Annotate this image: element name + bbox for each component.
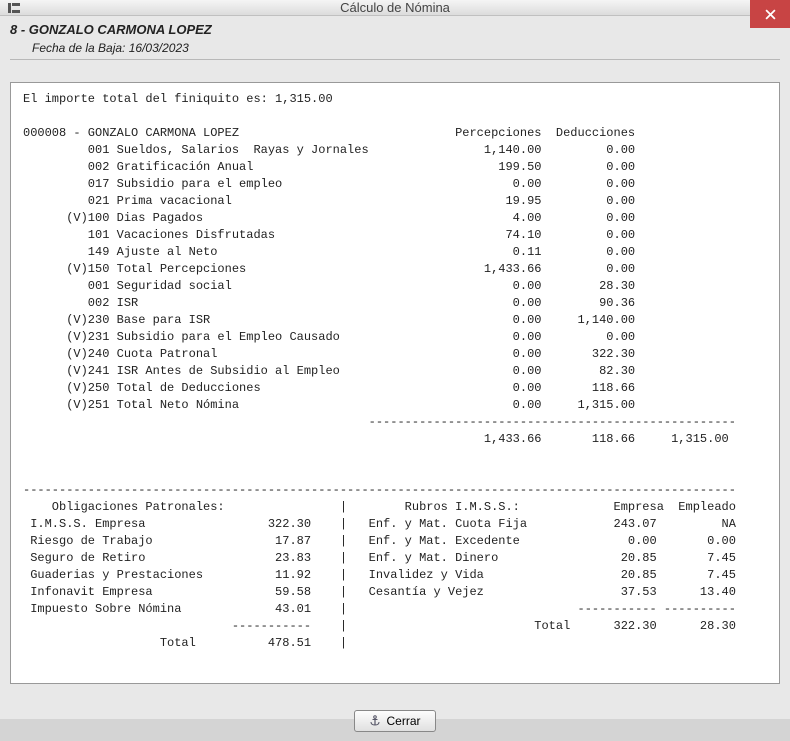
app-icon [6,0,22,16]
employee-header: 8 - GONZALO CARMONA LOPEZ Fecha de la Ba… [0,16,790,70]
payroll-window: Cálculo de Nómina 8 - GONZALO CARMONA LO… [0,0,790,719]
window-title: Cálculo de Nómina [340,0,450,15]
payroll-report: El importe total del finiquito es: 1,315… [10,82,780,684]
baja-date: Fecha de la Baja: 16/03/2023 [10,41,780,60]
content-area: El importe total del finiquito es: 1,315… [0,70,790,704]
footer-bar: Cerrar [0,704,790,741]
title-bar: Cálculo de Nómina [0,0,790,16]
close-icon [765,9,776,20]
close-button[interactable]: Cerrar [354,710,435,732]
window-close-button[interactable] [750,0,790,28]
anchor-icon [369,715,381,727]
employee-name: 8 - GONZALO CARMONA LOPEZ [10,22,780,37]
close-button-label: Cerrar [386,714,420,728]
